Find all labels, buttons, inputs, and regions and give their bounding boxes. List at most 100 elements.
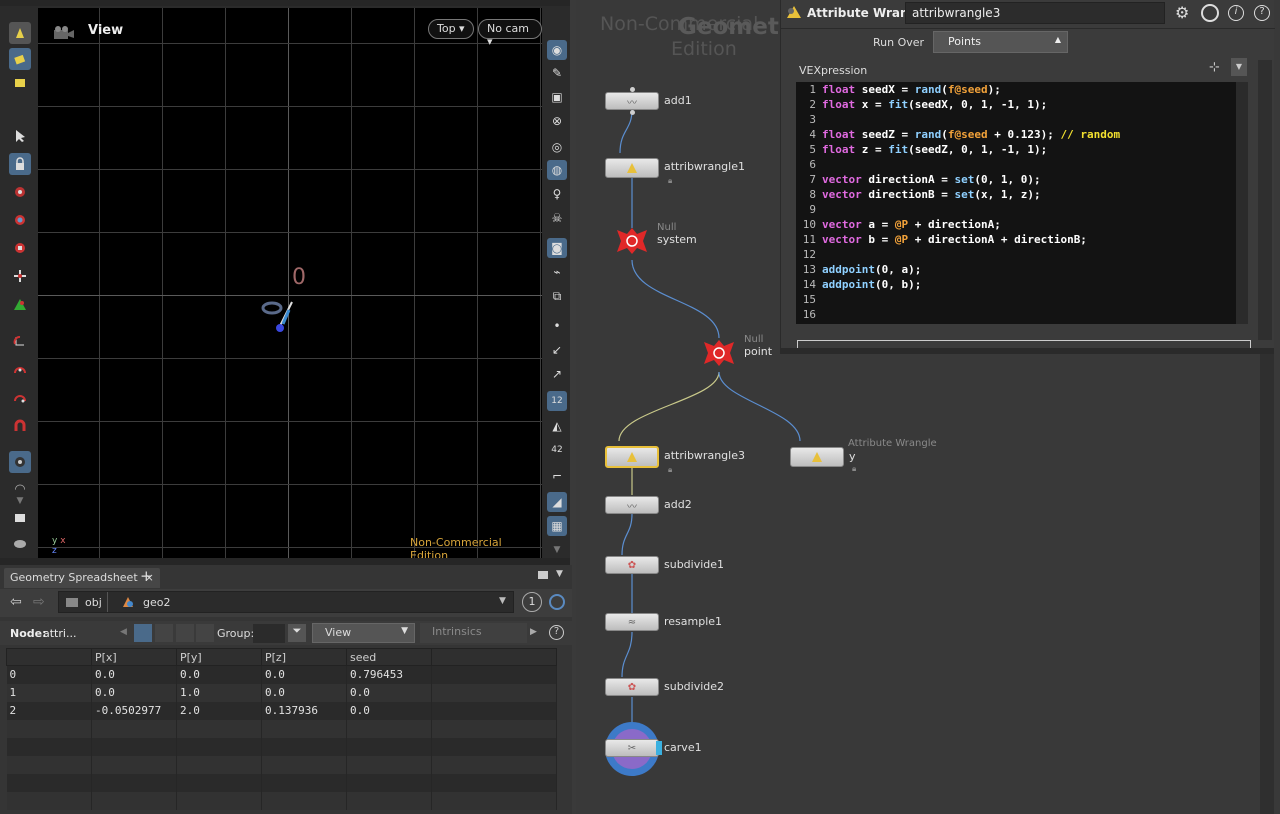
point-numbers-icon[interactable]: 12 (547, 391, 567, 411)
vex-code-editor[interactable]: 1 float seedX = rand(f@seed); 2 float x = … (796, 82, 1248, 324)
column-header[interactable]: seed (346, 648, 432, 666)
pane-splitter[interactable] (0, 558, 570, 565)
node-carve1[interactable]: ✂ (605, 739, 659, 757)
prim-numbers-icon[interactable]: 42 (547, 440, 567, 460)
path-dropdown-icon[interactable]: ▼ (499, 596, 506, 606)
add-tab-button[interactable]: + (140, 567, 153, 585)
display-mode-icon[interactable]: ✎ (547, 63, 567, 83)
pane-dropdown-icon[interactable]: ▼ (556, 569, 563, 579)
normals-icon[interactable]: ↙ (547, 340, 567, 360)
node-attribwrangle3[interactable] (605, 446, 659, 468)
code-scrollbar[interactable] (1236, 82, 1248, 324)
select-arrow-icon[interactable] (9, 125, 31, 147)
lock-icon[interactable] (9, 153, 31, 175)
pin-button[interactable]: 1 (522, 592, 542, 612)
camera-select-button[interactable]: No cam ▾ (478, 19, 542, 48)
node-resample1[interactable]: ≈ (605, 613, 659, 631)
prim-display-icon[interactable]: ◭ (547, 416, 567, 436)
node-null-point[interactable] (700, 338, 738, 371)
help-icon[interactable]: ? (549, 625, 564, 640)
rotate-tool-icon[interactable] (9, 209, 31, 231)
expand-down-icon[interactable]: ▼ (547, 540, 567, 560)
close-circle-icon[interactable]: ⊗ (547, 111, 567, 131)
table-row[interactable]: 0 0.0 0.0 0.0 0.796453 (6, 665, 557, 684)
detail-class-icon[interactable] (196, 624, 214, 642)
snap-grid-icon[interactable] (9, 330, 31, 352)
select-mode-icon[interactable] (9, 22, 31, 44)
ghost-icon[interactable]: ☠ (547, 208, 567, 228)
primitives-class-icon[interactable] (176, 624, 194, 642)
back-arrow-icon[interactable]: ⇦ (10, 594, 22, 610)
background-icon[interactable]: ◙ (547, 238, 567, 258)
snippet-menu-icon[interactable]: ⊹ (1209, 60, 1220, 75)
node-name-field[interactable]: attribwrangle3 (905, 2, 1165, 24)
scale-tool-icon[interactable] (9, 237, 31, 259)
display-options-icon[interactable] (9, 507, 31, 529)
camera-tool-icon[interactable] (9, 451, 31, 473)
help-icon[interactable]: ? (1254, 5, 1270, 21)
next-arrow-icon[interactable]: ▶ (530, 627, 537, 637)
vector-icon[interactable]: ↗ (547, 364, 567, 384)
gear-icon[interactable]: ⚙ (1175, 3, 1195, 23)
vertices-class-icon[interactable] (155, 624, 173, 642)
prev-class-icon[interactable]: ◀ (120, 627, 127, 637)
attribute-table[interactable]: P[x] P[y] P[z] seed 0 0.0 0.0 0.0 0.796453 1… (6, 648, 557, 810)
table-row[interactable]: 1 0.0 1.0 0.0 0.0 (6, 683, 557, 702)
3d-viewport[interactable]: View Top ▾ No cam ▾ 0 Non-Commercial Edi… (38, 8, 542, 558)
node-subdivide2[interactable]: ✿ (605, 678, 659, 696)
headlight-icon[interactable]: ♀ (547, 184, 567, 204)
search-icon[interactable] (1201, 4, 1219, 22)
light-bulb-icon[interactable]: ◍ (547, 160, 567, 180)
node-attribwrangle1[interactable] (605, 158, 659, 178)
link-icon[interactable] (549, 594, 565, 610)
forward-arrow-icon[interactable]: ⇨ (33, 594, 45, 610)
group-field[interactable] (253, 624, 285, 643)
tab-geometry-spreadsheet[interactable]: Geometry Spreadsheet × (4, 568, 160, 588)
node-wrangle-y[interactable] (790, 447, 844, 467)
curve-geometry (261, 301, 293, 332)
column-header[interactable] (6, 648, 92, 666)
snapshot-icon[interactable]: ◢ (547, 492, 567, 512)
node-add1[interactable]: 〰 (605, 92, 659, 110)
column-header[interactable]: P[y] (176, 648, 262, 666)
point-display-icon[interactable]: • (547, 316, 567, 336)
render-icon[interactable] (9, 532, 31, 554)
filter-icon[interactable]: ⏷ (288, 624, 306, 642)
pose-tool-icon[interactable] (9, 293, 31, 315)
shading-icon[interactable]: ◎ (547, 137, 567, 157)
params-scrollbar[interactable] (1258, 60, 1272, 340)
snippet-dropdown-icon[interactable]: ▼ (1231, 58, 1247, 76)
info-icon[interactable]: i (1228, 5, 1244, 21)
view-select[interactable]: View ▼ (312, 623, 415, 643)
checker-icon[interactable]: ▦ (547, 516, 567, 536)
guide-icon[interactable]: ⌁ (547, 262, 567, 282)
run-over-select[interactable]: Points ▲ (933, 31, 1068, 53)
points-class-icon[interactable] (134, 624, 152, 642)
display-flag[interactable] (656, 741, 662, 755)
path-geo[interactable]: geo2 (143, 596, 170, 609)
template-icon[interactable]: ⧉ (547, 286, 567, 306)
node-null-system[interactable] (613, 226, 651, 259)
params-splitter[interactable] (780, 348, 1274, 354)
magnet-icon[interactable] (9, 414, 31, 436)
pane-menu-icon[interactable] (538, 571, 548, 579)
node-subdivide1[interactable]: ✿ (605, 556, 659, 574)
path-bar[interactable]: obj geo2 ▼ (58, 591, 514, 613)
view-orientation-button[interactable]: Top ▾ (428, 19, 474, 39)
lock-camera-icon[interactable]: ▣ (547, 87, 567, 107)
visibility-eye-icon[interactable]: ◉ (547, 40, 567, 60)
node-add2[interactable]: 〰 (605, 496, 659, 514)
intrinsics-select[interactable]: Intrinsics (420, 623, 527, 643)
handle-tool-icon[interactable] (9, 265, 31, 287)
table-row[interactable]: 2 -0.0502977 2.0 0.137936 0.0 (6, 701, 557, 720)
points-mode-icon[interactable] (9, 48, 31, 70)
path-obj[interactable]: obj (85, 596, 102, 609)
edge-display-icon[interactable]: ⌐ (547, 466, 567, 486)
snap-prim-icon[interactable] (9, 358, 31, 380)
column-header[interactable]: P[x] (91, 648, 177, 666)
column-header[interactable]: P[z] (261, 648, 347, 666)
snap-point-icon[interactable] (9, 386, 31, 408)
edges-mode-icon[interactable] (9, 72, 31, 94)
move-tool-icon[interactable] (9, 181, 31, 203)
editor-resize-handle[interactable] (797, 340, 1251, 348)
